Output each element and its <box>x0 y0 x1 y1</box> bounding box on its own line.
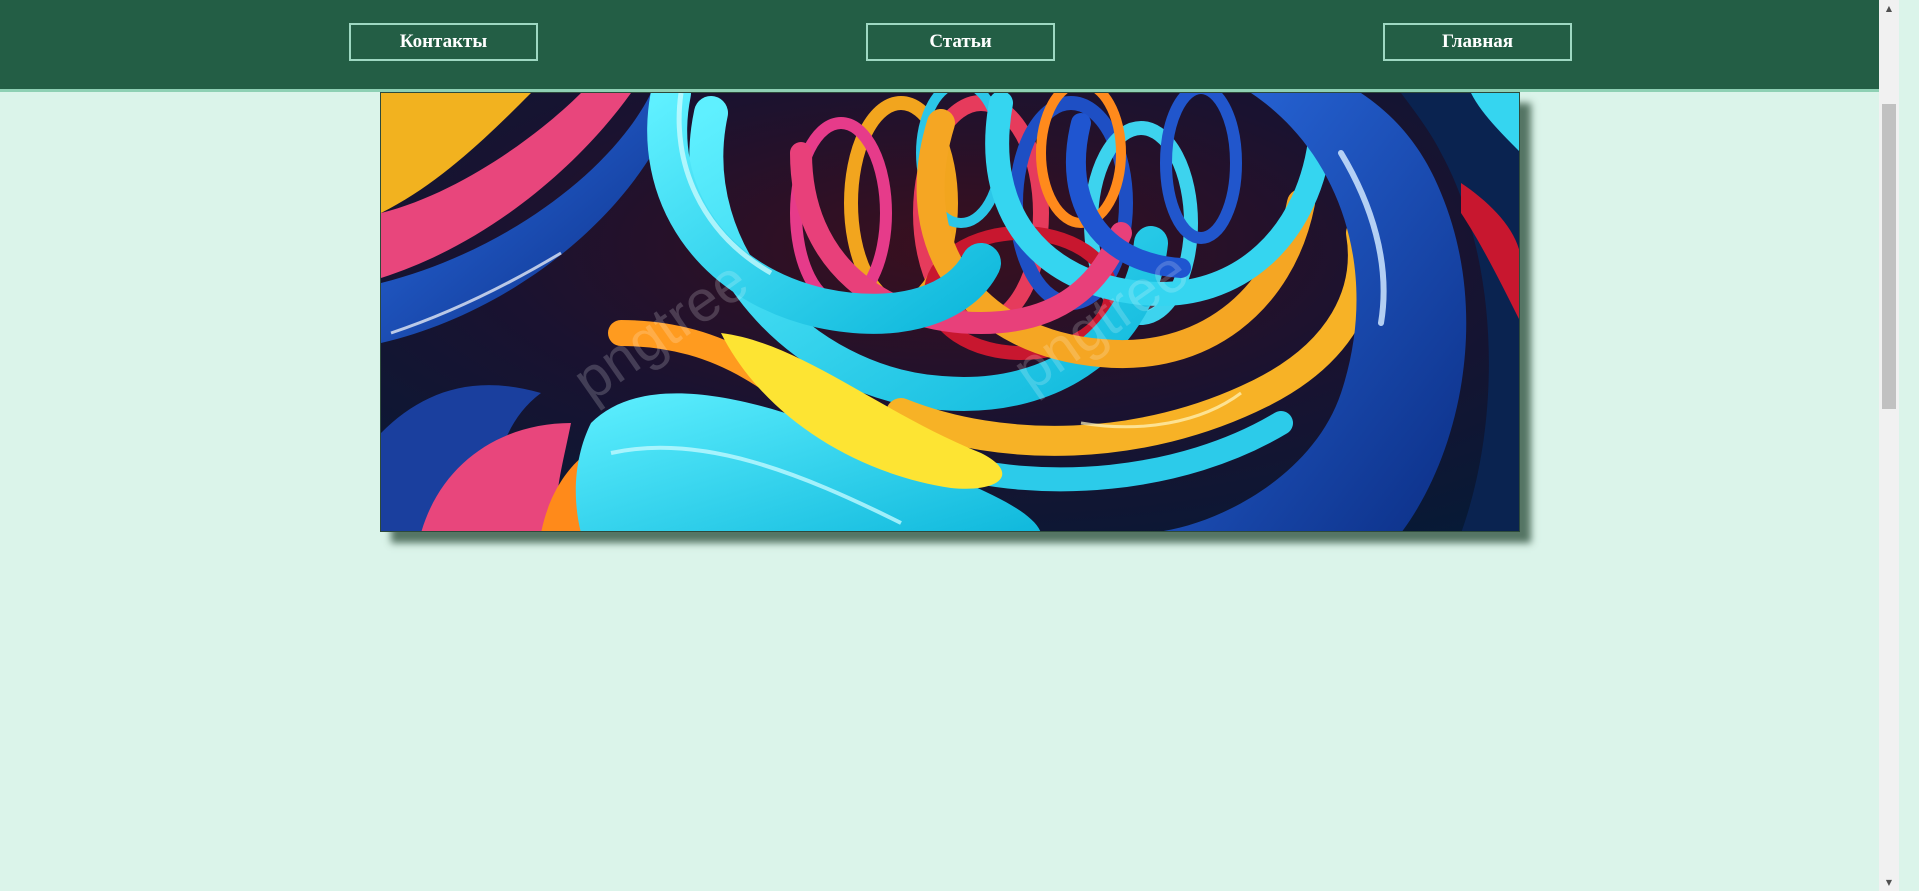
page: Контакты Статьи Главная pngtree pngtree … <box>0 0 1899 891</box>
scroll-down-icon[interactable]: ▼ <box>1879 874 1899 891</box>
nav-button-home[interactable]: Главная <box>1383 23 1572 61</box>
scroll-thumb[interactable] <box>1882 104 1896 409</box>
scroll-up-icon[interactable]: ▲ <box>1879 0 1899 17</box>
top-navbar: Контакты Статьи Главная <box>0 0 1899 92</box>
hero-image: pngtree pngtree <box>380 92 1520 532</box>
vertical-scrollbar[interactable]: ▲ ▼ <box>1879 0 1899 891</box>
abstract-swirls-image: pngtree pngtree <box>381 93 1519 531</box>
nav-button-articles[interactable]: Статьи <box>866 23 1055 61</box>
nav-button-contacts[interactable]: Контакты <box>349 23 538 61</box>
